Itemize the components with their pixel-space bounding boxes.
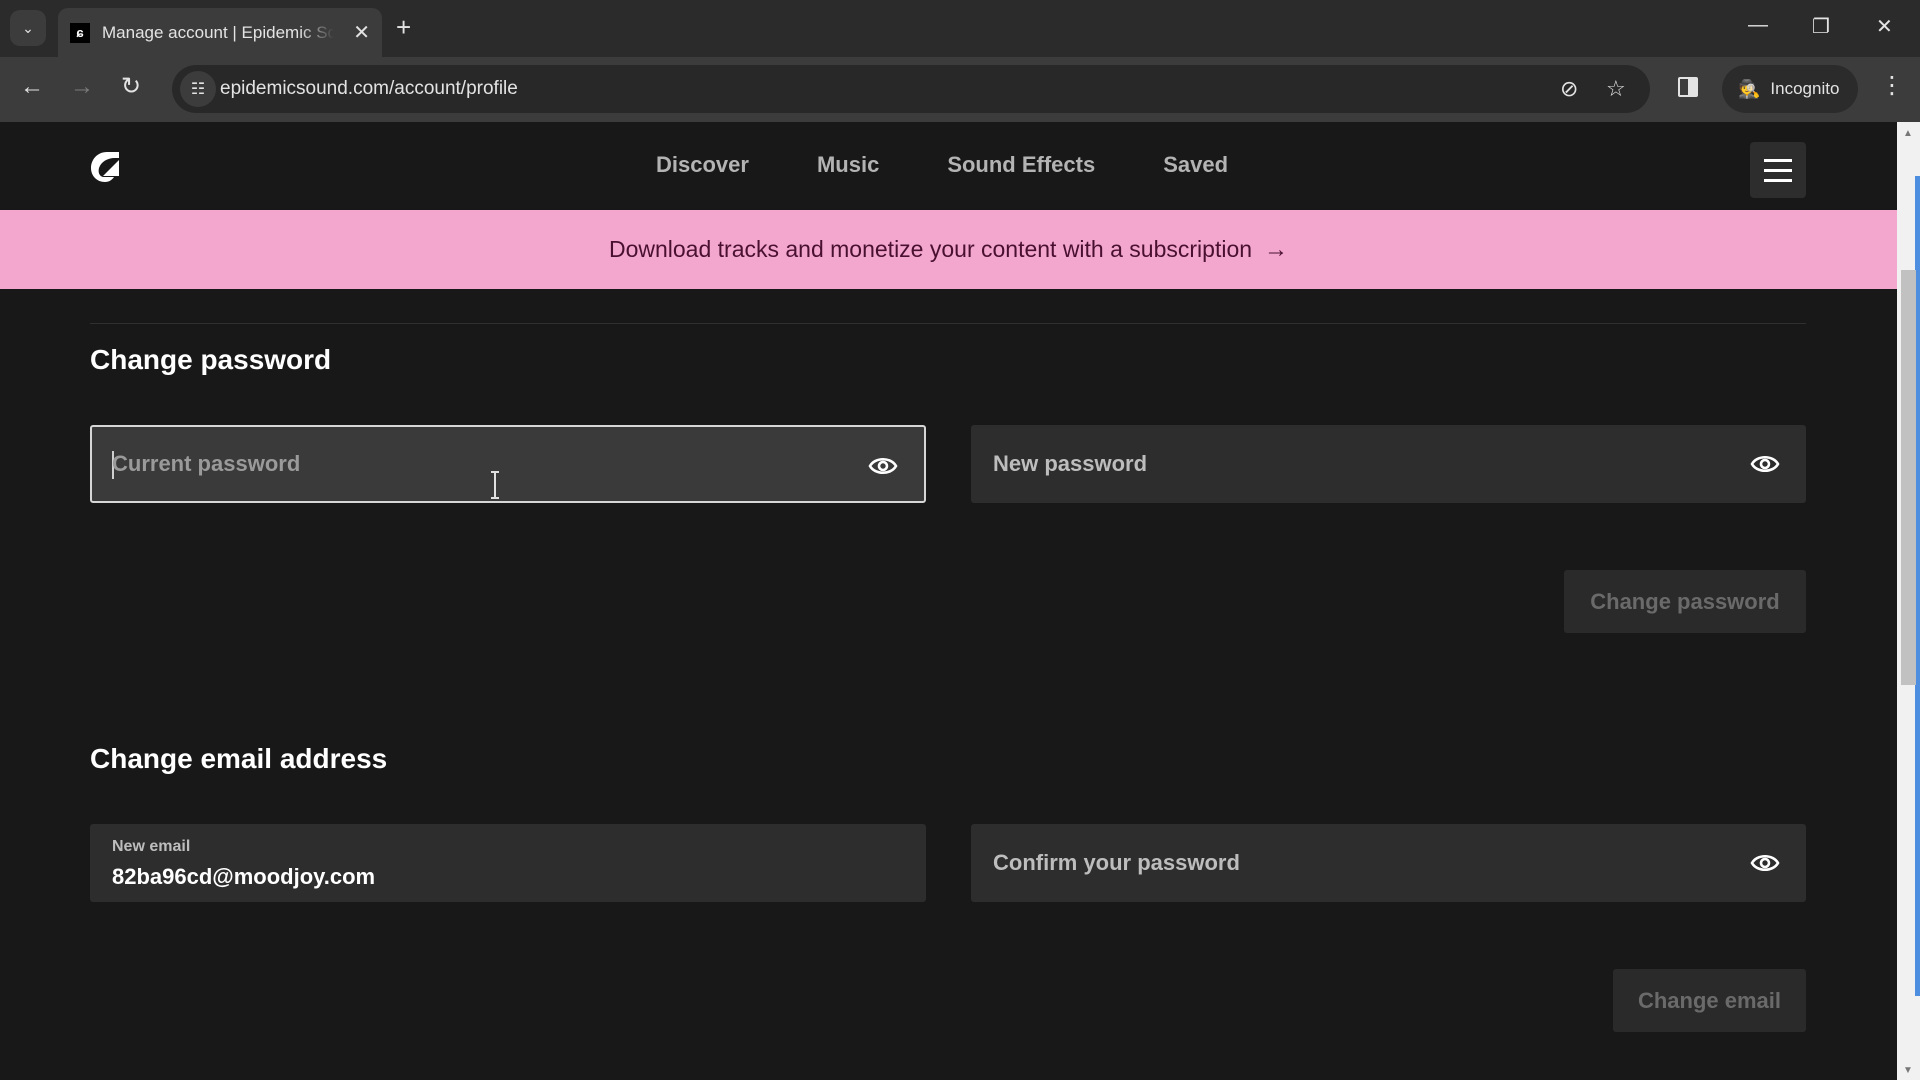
site-header: Discover Music Sound Effects Saved bbox=[0, 122, 1897, 210]
arrow-right-icon: → bbox=[1264, 235, 1289, 263]
mouse-text-cursor-icon bbox=[491, 471, 499, 499]
change-password-heading: Change password bbox=[90, 344, 332, 375]
nav-saved[interactable]: Saved bbox=[1163, 152, 1228, 178]
page-scrollbar[interactable]: ▲ ▼ bbox=[1897, 122, 1920, 1080]
minimize-icon[interactable]: — bbox=[1748, 14, 1768, 37]
epidemic-sound-favicon-icon: ɕ bbox=[70, 22, 90, 43]
nav-discover[interactable]: Discover bbox=[656, 152, 749, 178]
incognito-profile-button[interactable]: 🕵 Incognito bbox=[1722, 65, 1858, 113]
nav-music[interactable]: Music bbox=[817, 152, 879, 178]
new-password-placeholder: New password bbox=[993, 451, 1148, 476]
chevron-down-icon: ⌄ bbox=[22, 19, 34, 36]
show-password-eye-icon[interactable] bbox=[1750, 850, 1780, 876]
new-email-field[interactable]: New email 82ba96cd@moodjoy.com bbox=[90, 824, 926, 902]
subscription-promo-banner[interactable]: Download tracks and monetize your conten… bbox=[0, 210, 1897, 289]
address-bar-url[interactable]: epidemicsound.com/account/profile bbox=[220, 78, 518, 100]
tab-search-button[interactable]: ⌄ bbox=[10, 10, 46, 46]
incognito-icon: 🕵 bbox=[1738, 78, 1761, 99]
tab-title: Manage account | Epidemic Sound bbox=[102, 22, 334, 42]
incognito-label: Incognito bbox=[1770, 79, 1840, 98]
current-password-field[interactable]: Current password bbox=[90, 425, 926, 503]
scroll-down-arrow-icon[interactable]: ▼ bbox=[1903, 1065, 1913, 1076]
new-email-label: New email bbox=[112, 838, 191, 855]
change-email-heading: Change email address bbox=[90, 743, 388, 774]
site-info-icon[interactable]: ☷ bbox=[180, 71, 216, 107]
new-password-field[interactable]: New password bbox=[971, 425, 1806, 503]
back-icon[interactable]: ← bbox=[20, 75, 44, 99]
tab-close-icon[interactable]: ✕ bbox=[353, 20, 370, 45]
forward-icon[interactable]: → bbox=[70, 75, 94, 99]
window-close-icon[interactable]: ✕ bbox=[1876, 14, 1893, 39]
change-email-button[interactable]: Change email bbox=[1613, 969, 1806, 1032]
nav-sound-effects[interactable]: Sound Effects bbox=[947, 152, 1095, 178]
promo-text[interactable]: Download tracks and monetize your conten… bbox=[609, 236, 1252, 263]
change-password-button[interactable]: Change password bbox=[1564, 570, 1806, 633]
reload-icon[interactable]: ↻ bbox=[121, 75, 141, 99]
page-content: Discover Music Sound Effects Saved Downl… bbox=[0, 122, 1897, 1080]
browser-toolbar: ← → ↻ ☷ epidemicsound.com/account/profil… bbox=[0, 57, 1920, 122]
address-bar[interactable]: ☷ epidemicsound.com/account/profile ⊘ ☆ bbox=[172, 65, 1650, 113]
restore-icon[interactable]: ❐ bbox=[1812, 14, 1830, 39]
confirm-password-field[interactable]: Confirm your password bbox=[971, 824, 1806, 902]
epidemic-sound-logo[interactable] bbox=[89, 146, 121, 186]
hamburger-menu-button[interactable] bbox=[1750, 142, 1806, 198]
bookmark-star-icon[interactable]: ☆ bbox=[1606, 76, 1626, 102]
browser-tab-strip: ⌄ ɕ Manage account | Epidemic Sound ✕ + … bbox=[0, 0, 1920, 57]
browser-tab-active[interactable]: ɕ Manage account | Epidemic Sound ✕ bbox=[58, 8, 382, 57]
section-divider bbox=[90, 323, 1806, 324]
hamburger-line bbox=[1764, 168, 1792, 172]
scroll-up-arrow-icon[interactable]: ▲ bbox=[1903, 128, 1913, 139]
confirm-password-placeholder: Confirm your password bbox=[993, 850, 1240, 875]
eye-off-icon[interactable]: ⊘ bbox=[1560, 76, 1578, 102]
current-password-placeholder: Current password bbox=[112, 451, 301, 476]
new-tab-icon[interactable]: + bbox=[396, 12, 411, 43]
hamburger-line bbox=[1764, 178, 1792, 182]
browser-menu-icon[interactable]: ⋮ bbox=[1880, 71, 1904, 100]
show-password-eye-icon[interactable] bbox=[868, 453, 898, 479]
side-panel-icon[interactable] bbox=[1678, 77, 1698, 97]
new-email-value: 82ba96cd@moodjoy.com bbox=[112, 864, 376, 889]
scrollbar-thumb[interactable] bbox=[1901, 270, 1916, 685]
hamburger-line bbox=[1764, 158, 1792, 162]
main-nav: Discover Music Sound Effects Saved bbox=[656, 152, 1296, 178]
show-password-eye-icon[interactable] bbox=[1750, 451, 1780, 477]
